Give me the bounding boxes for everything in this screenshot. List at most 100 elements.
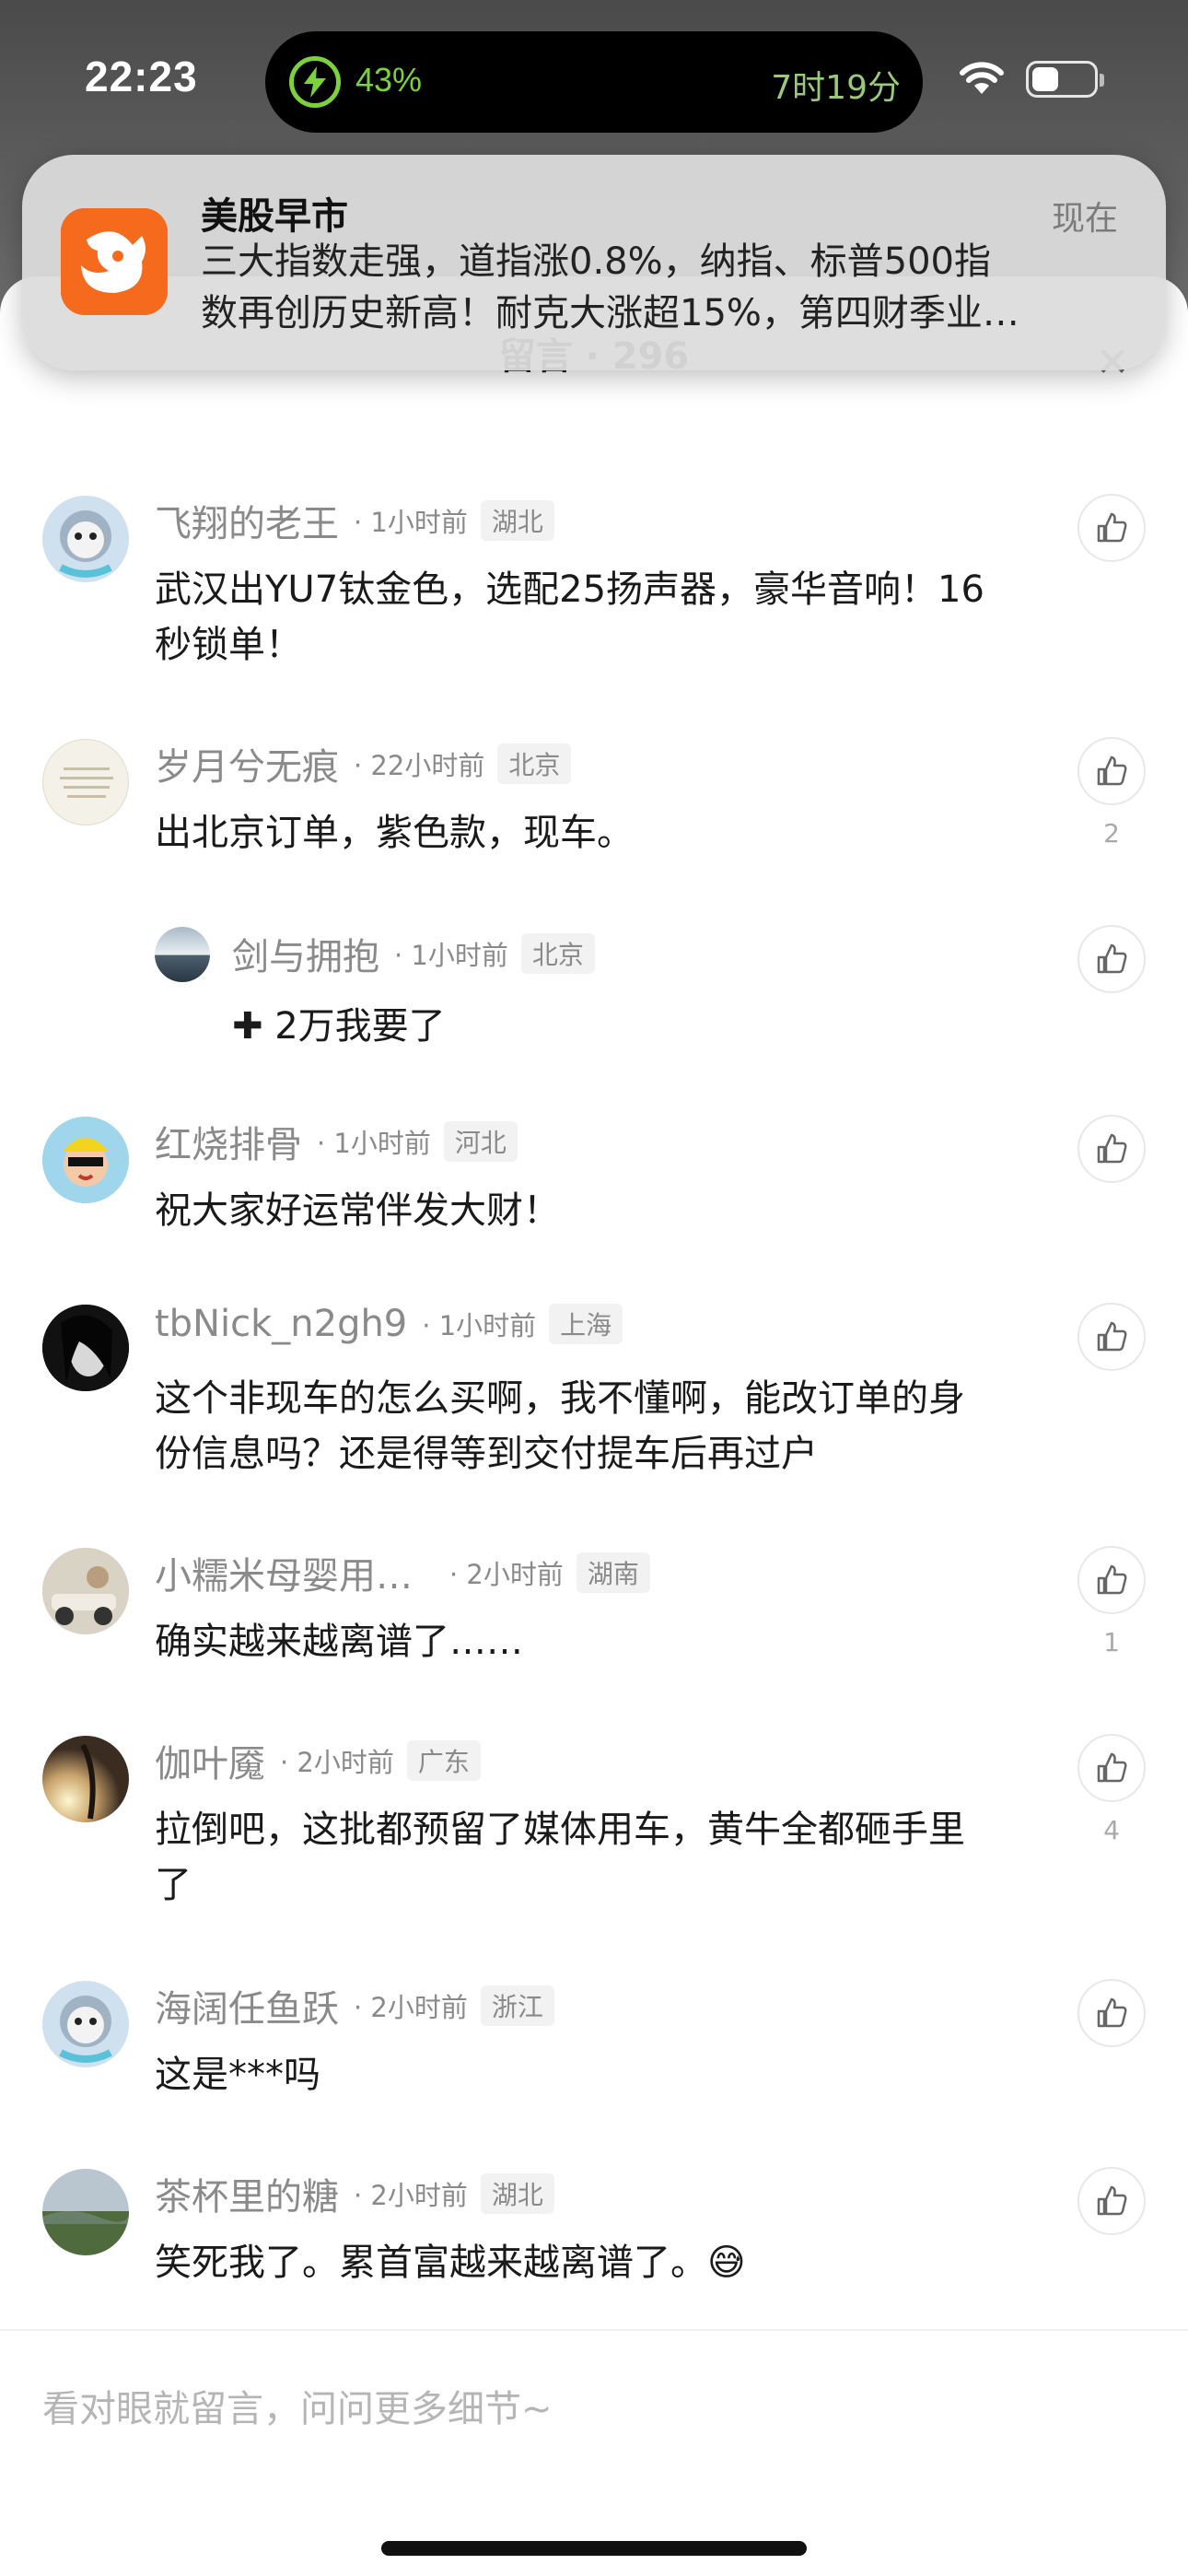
region-badge: 北京 [497, 744, 572, 784]
username[interactable]: 剑与拥抱 [232, 927, 379, 980]
comment-text-line: 了 [155, 1864, 192, 1906]
comment-time: · 1小时前 [317, 1128, 431, 1159]
comment-meta: tbNick_n2gh9 · 1小时前 上海 [155, 1303, 623, 1345]
comment-text[interactable]: ✚ 2万我要了 [232, 999, 1153, 1054]
battery-percent: 43% [355, 61, 423, 99]
comment-meta: 海阔任鱼跃 · 2小时前 浙江 [155, 1979, 554, 2032]
like-button[interactable] [1077, 1115, 1146, 1183]
comment-text[interactable]: 这是***吗 [155, 2047, 1076, 2102]
charge-remaining-time: 7时19分 [771, 69, 901, 107]
comment-meta: 红烧排骨 · 1小时前 河北 [155, 1115, 518, 1168]
username[interactable]: 茶杯里的糖 [155, 2167, 339, 2220]
like-button[interactable] [1077, 2167, 1146, 2235]
like-button[interactable] [1077, 925, 1146, 993]
comment-time: · 2小时前 [280, 1747, 394, 1778]
comment-meta: 岁月兮无痕 · 22小时前 北京 [155, 737, 572, 790]
comment-time: · 2小时前 [354, 1992, 468, 2023]
avatar[interactable] [42, 739, 129, 825]
like-button[interactable] [1077, 494, 1146, 562]
thumb-up-icon [1097, 943, 1127, 974]
comment-text-line: 份信息吗？还是得等到交付提车后再过户 [155, 1433, 818, 1475]
username[interactable]: 伽叶魇 [155, 1734, 265, 1787]
comment-time: · 22小时前 [354, 750, 485, 781]
comment-meta: 茶杯里的糖 · 2小时前 湖北 [155, 2167, 554, 2220]
comment-text[interactable]: 祝大家好运常伴发大财！ [155, 1183, 1076, 1238]
thumb-up-icon [1097, 2185, 1127, 2216]
comment-text[interactable]: 拉倒吧，这批都预留了媒体用车，黄牛全都砸手里 了 [155, 1802, 1076, 1913]
thumb-up-icon [1097, 1133, 1127, 1164]
username[interactable]: 岁月兮无痕 [155, 737, 339, 790]
avatar[interactable] [42, 1548, 129, 1634]
comment-text-line: 这个非现车的怎么买啊，我不懂啊，能改订单的身 [155, 1377, 965, 1420]
comment-text-line: 出北京订单，紫色款，现车。 [155, 812, 634, 854]
avatar[interactable] [42, 1981, 129, 2067]
like-count: 4 [1103, 1815, 1120, 1845]
like-button[interactable] [1077, 1734, 1146, 1802]
avatar[interactable] [42, 1305, 129, 1391]
comment-meta: 剑与拥抱 · 1小时前 北京 [232, 927, 595, 980]
comment-text[interactable]: 笑死我了。累首富越来越离谱了。😅 [155, 2235, 1076, 2290]
comment-text-line: 武汉出YU7钛金色，选配25扬声器，豪华音响！16 [155, 568, 984, 611]
comment-text[interactable]: 这个非现车的怎么买啊，我不懂啊，能改订单的身 份信息吗？还是得等到交付提车后再过… [155, 1371, 1076, 1481]
comment-time: · 1小时前 [422, 1310, 537, 1341]
battery-level-fill [1032, 67, 1058, 91]
region-badge: 浙江 [480, 1985, 554, 2026]
username[interactable]: 红烧排骨 [155, 1115, 302, 1168]
avatar[interactable] [42, 496, 129, 582]
region-badge: 湖南 [576, 1552, 650, 1593]
wifi-icon [960, 62, 1004, 94]
comment-time: · 1小时前 [394, 940, 508, 971]
dynamic-island[interactable]: 43% 7时19分 [265, 31, 923, 133]
charging-bolt-icon [289, 56, 341, 108]
thumb-up-icon [1097, 1997, 1127, 2028]
thumb-up-icon [1097, 1752, 1127, 1783]
like-button[interactable] [1077, 1546, 1146, 1614]
comment-meta: 小糯米母婴用… · 2小时前 湖南 [155, 1546, 650, 1599]
avatar[interactable] [42, 2169, 129, 2255]
status-time: 22:23 [85, 53, 198, 100]
like-button[interactable] [1077, 1303, 1146, 1371]
app-icon [61, 208, 168, 315]
like-count: 1 [1103, 1627, 1120, 1657]
notification-time: 现在 [1051, 200, 1118, 238]
comment-time: · 2小时前 [354, 2180, 468, 2211]
like-button[interactable] [1077, 1979, 1146, 2047]
region-badge: 湖北 [480, 2173, 554, 2214]
username[interactable]: tbNick_n2gh9 [155, 1303, 407, 1345]
notification-line: 数再创历史新高！耐克大涨超15%，第四财季业… [201, 292, 1019, 334]
input-divider [0, 2329, 1188, 2331]
region-badge: 湖北 [480, 500, 554, 541]
like-count: 2 [1103, 818, 1120, 849]
thumb-up-icon [1097, 755, 1127, 786]
avatar[interactable] [42, 1117, 129, 1203]
status-bar: 22:23 43% 7时19分 [0, 0, 1188, 157]
notification-body: 三大指数走强，道指涨0.8%，纳指、标普500指 数再创历史新高！耐克大涨超15… [201, 236, 1122, 339]
thumb-up-icon [1097, 1564, 1127, 1595]
region-badge: 北京 [520, 933, 595, 974]
thumb-up-icon [1097, 1321, 1127, 1352]
avatar[interactable] [42, 1736, 129, 1822]
comment-meta: 飞翔的老王 · 1小时前 湖北 [155, 494, 554, 547]
comment-text-line: 拉倒吧，这批都预留了媒体用车，黄牛全都砸手里 [155, 1809, 965, 1851]
comment-input[interactable]: 看对眼就留言，问问更多细节~ [42, 2379, 553, 2432]
avatar[interactable] [155, 927, 210, 982]
comment-text[interactable]: 武汉出YU7钛金色，选配25扬声器，豪华音响！16 秒锁单！ [155, 562, 1076, 673]
comment-time: · 2小时前 [449, 1559, 564, 1590]
region-badge: 河北 [443, 1121, 518, 1162]
thumb-up-icon [1097, 512, 1127, 543]
region-badge: 广东 [406, 1740, 481, 1781]
like-button[interactable] [1077, 737, 1146, 805]
notification-banner[interactable]: 美股早市 现在 三大指数走强，道指涨0.8%，纳指、标普500指 数再创历史新高… [22, 155, 1166, 370]
battery-icon [1026, 61, 1104, 98]
username[interactable]: 小糯米母婴用… [155, 1546, 413, 1599]
notification-title: 美股早市 [201, 195, 348, 238]
region-badge: 上海 [549, 1304, 623, 1344]
home-indicator[interactable] [381, 2541, 807, 2556]
comment-time: · 1小时前 [354, 507, 468, 538]
comment-text[interactable]: 确实越来越离谱了…… [155, 1614, 1076, 1669]
username[interactable]: 飞翔的老王 [155, 494, 339, 547]
comment-meta: 伽叶魇 · 2小时前 广东 [155, 1734, 481, 1787]
notification-line: 三大指数走强，道指涨0.8%，纳指、标普500指 [201, 240, 991, 283]
username[interactable]: 海阔任鱼跃 [155, 1979, 339, 2032]
comment-text[interactable]: 出北京订单，紫色款，现车。 [155, 805, 1076, 861]
